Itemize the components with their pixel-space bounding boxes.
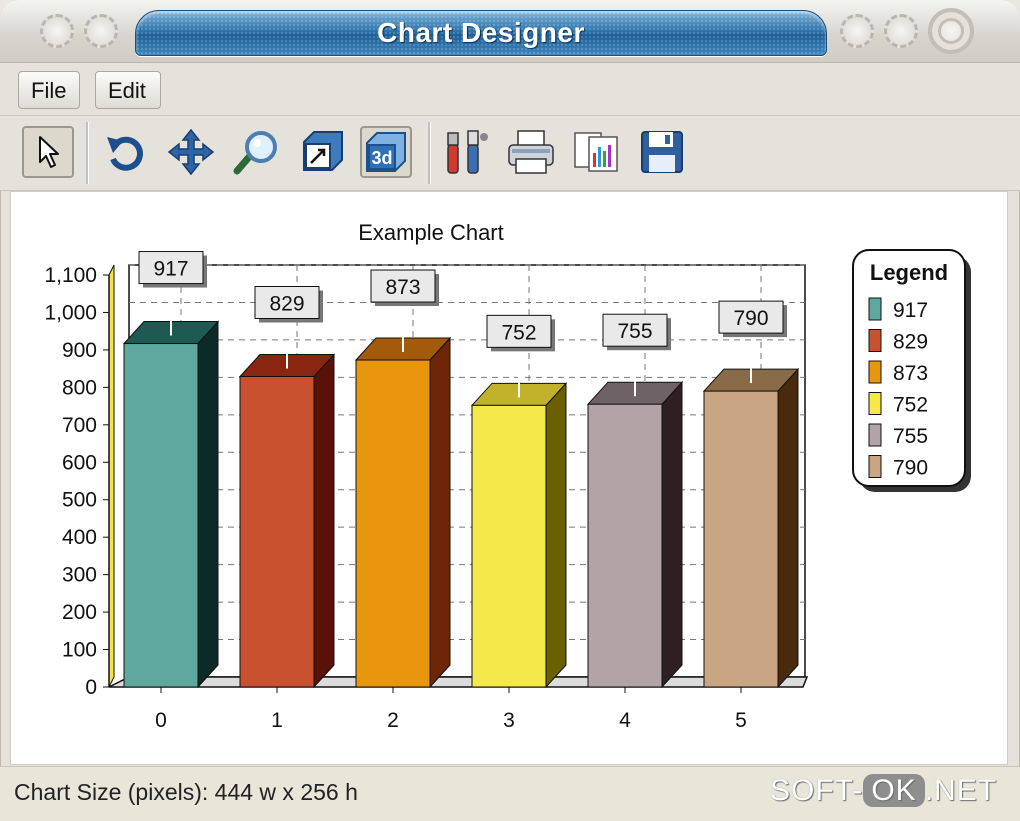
legend-swatch xyxy=(868,423,882,447)
data-label: 829 xyxy=(269,293,304,316)
plot-area: 0 100 200 300 400 500 600 700 800 900 1,000 1,100 91… xyxy=(44,251,809,732)
bar-side xyxy=(313,353,335,689)
status-text: Chart Size (pixels): 444 w x 256 h xyxy=(14,779,358,805)
title-bar: Chart Designer xyxy=(0,0,1020,63)
x-tick-label: 5 xyxy=(735,709,747,732)
bar-chart: Example Chart 0 100 200 300 400 500 600 700 800 9… xyxy=(44,220,971,732)
app-window: Chart Designer File Edit 3d Example Char… xyxy=(0,0,1020,821)
legend-title: Legend xyxy=(870,260,948,285)
y-tick-label: 1,000 xyxy=(44,301,97,324)
legend-swatch xyxy=(868,392,882,415)
chart-legend: Legend 917 829 873 752 755 790 xyxy=(852,249,971,492)
bar xyxy=(587,403,663,688)
y-tick-label: 0 xyxy=(85,676,97,699)
legend-swatch xyxy=(868,455,882,478)
toolbar: 3d xyxy=(0,116,1020,191)
zoom-tool-button[interactable] xyxy=(230,126,282,178)
move-icon xyxy=(167,128,215,176)
y-tick-label: 700 xyxy=(62,414,97,437)
title-pill: Chart Designer xyxy=(135,10,827,56)
save-icon xyxy=(641,131,683,173)
3d-label: 3d xyxy=(371,148,392,168)
legend-entry: 917 xyxy=(893,299,928,322)
y-tick-label: 1,100 xyxy=(44,264,97,287)
properties-icon xyxy=(447,130,488,174)
maximize-icon[interactable] xyxy=(884,14,918,48)
data-label: 755 xyxy=(617,320,652,343)
bar-side xyxy=(661,380,683,689)
x-tick-label: 2 xyxy=(387,709,399,732)
3d-view-icon: 3d xyxy=(366,132,406,172)
copy-icon xyxy=(574,132,618,172)
pointer-icon xyxy=(39,136,59,168)
system-menu-icon[interactable] xyxy=(40,14,74,48)
watermark-right: .NET xyxy=(924,774,998,807)
move-tool-button[interactable] xyxy=(165,126,217,178)
window-title: Chart Designer xyxy=(377,17,585,48)
y-tick-label: 200 xyxy=(62,601,97,624)
properties-tool-button[interactable] xyxy=(440,126,492,178)
bar xyxy=(703,390,779,688)
bar xyxy=(471,404,547,688)
save-tool-button[interactable] xyxy=(636,126,688,178)
x-tick-label: 1 xyxy=(271,709,283,732)
data-label: 790 xyxy=(733,307,768,330)
copy-tool-button[interactable] xyxy=(570,126,622,178)
toolbar-separator xyxy=(428,122,431,184)
y-tick-label: 500 xyxy=(62,489,97,512)
y-tick-label: 300 xyxy=(62,564,97,587)
y-tick-label: 800 xyxy=(62,376,97,399)
resize-tool-button[interactable] xyxy=(296,126,348,178)
resize-icon xyxy=(303,131,343,171)
y-tick-label: 600 xyxy=(62,451,97,474)
plot-floor xyxy=(108,676,809,688)
legend-entry: 755 xyxy=(893,425,928,448)
pointer-tool-button[interactable] xyxy=(22,126,74,178)
legend-entry: 873 xyxy=(893,362,928,385)
data-label: 917 xyxy=(153,258,188,281)
rotate-tool-button[interactable] xyxy=(100,126,152,178)
chart-area: Example Chart 0 100 200 300 400 500 600 700 800 9… xyxy=(10,191,1008,765)
legend-entry: 752 xyxy=(893,394,928,417)
bar-side xyxy=(429,336,451,689)
y-tick-label: 900 xyxy=(62,339,97,362)
rotate-icon xyxy=(107,136,143,171)
menu-edit[interactable]: Edit xyxy=(95,71,161,109)
chart-title: Example Chart xyxy=(358,220,504,245)
legend-swatch xyxy=(868,329,882,352)
watermark: SOFT- OK .NET xyxy=(770,774,997,808)
bar-side xyxy=(777,367,799,689)
toolbar-separator xyxy=(86,122,89,184)
legend-entry: 829 xyxy=(893,331,928,354)
legend-swatch xyxy=(868,360,882,384)
bar-side xyxy=(545,382,567,689)
data-label: 873 xyxy=(385,276,420,299)
watermark-ok: OK xyxy=(863,774,925,807)
menu-bar: File Edit xyxy=(0,63,1020,116)
minimize-icon[interactable] xyxy=(840,14,874,48)
print-tool-button[interactable] xyxy=(505,126,557,178)
x-tick-label: 4 xyxy=(619,709,631,732)
watermark-left: SOFT- xyxy=(770,774,864,807)
print-icon xyxy=(508,130,554,174)
close-icon[interactable] xyxy=(928,8,974,54)
legend-entry: 790 xyxy=(893,457,928,480)
x-tick-label: 0 xyxy=(155,709,167,732)
bar-side xyxy=(197,320,219,689)
system-menu-icon-2[interactable] xyxy=(84,14,118,48)
bar xyxy=(123,343,199,688)
3d-view-button[interactable]: 3d xyxy=(360,126,412,178)
zoom-icon xyxy=(233,131,277,175)
menu-file[interactable]: File xyxy=(18,71,80,109)
data-label: 752 xyxy=(501,321,536,344)
x-tick-label: 3 xyxy=(503,709,515,732)
legend-swatch xyxy=(868,297,882,321)
bar xyxy=(239,376,315,688)
y-tick-label: 100 xyxy=(62,639,97,662)
bar xyxy=(355,359,431,688)
y-tick-label: 400 xyxy=(62,526,97,549)
